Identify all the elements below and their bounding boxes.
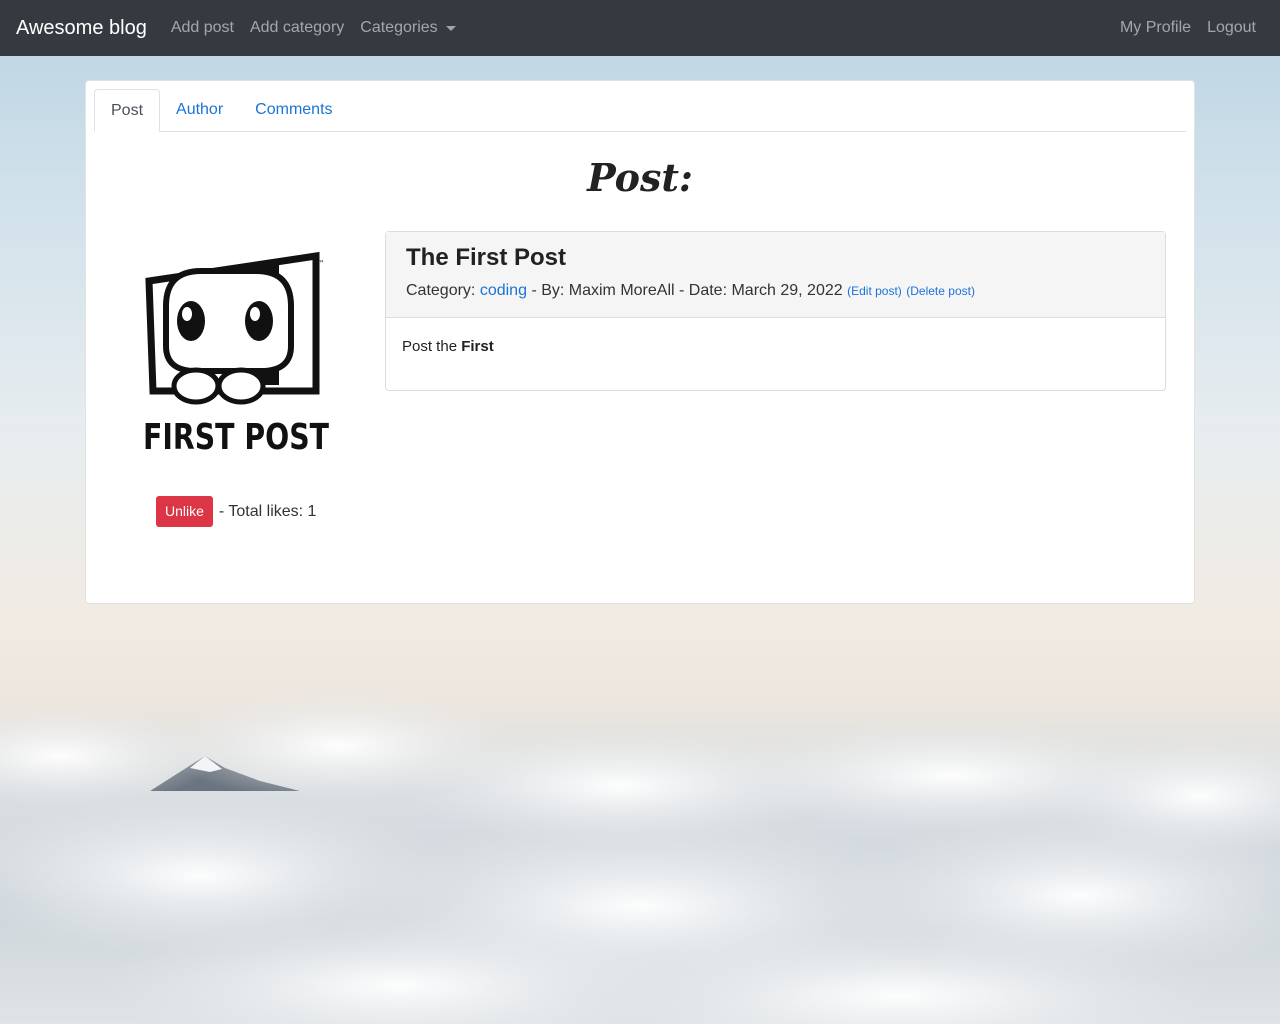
category-link[interactable]: coding [480, 282, 527, 299]
post-title: The First Post [406, 244, 567, 271]
delete-post-link[interactable]: (Delete post) [906, 284, 975, 298]
like-row: Unlike - Total likes: 1 [156, 496, 316, 527]
nav-categories-dropdown[interactable]: Categories [352, 11, 463, 45]
post-body-text: Post the [402, 338, 458, 355]
edit-post-link[interactable]: (Edit post) [847, 284, 902, 298]
nav-my-profile[interactable]: My Profile [1112, 11, 1199, 45]
post-meta: Category: coding - By: Maxim MoreAll - D… [406, 282, 1145, 300]
tab-author[interactable]: Author [160, 89, 239, 131]
first-post-mascot-icon: ™ FIRST POST [143, 251, 329, 458]
main-card: Post Author Comments Post: ™ FIRST POST … [85, 80, 1195, 604]
chevron-down-icon [445, 25, 456, 31]
nav-categories-label: Categories [360, 19, 438, 36]
category-label: Category: [406, 282, 476, 299]
nav-add-post[interactable]: Add post [163, 11, 242, 45]
tab-bar: Post Author Comments [94, 89, 1186, 132]
unlike-button[interactable]: Unlike [156, 496, 213, 527]
logo-text: FIRST POST [143, 417, 329, 456]
tab-comments[interactable]: Comments [239, 89, 348, 131]
post-body-bold: First [461, 338, 494, 355]
total-likes: - Total likes: 1 [218, 502, 317, 520]
post-header: The First Post Category: coding - By: Ma… [386, 232, 1165, 318]
author-date: - By: Maxim MoreAll - Date: March 29, 20… [531, 282, 843, 299]
post-body: Post the First [386, 318, 1165, 375]
post-card: The First Post Category: coding - By: Ma… [385, 231, 1166, 391]
nav-add-category[interactable]: Add category [242, 11, 352, 45]
first-post-logo: ™ FIRST POST [141, 251, 331, 458]
nav-logout[interactable]: Logout [1199, 11, 1264, 45]
top-navbar: Awesome blog Add post Add category Categ… [0, 0, 1280, 56]
brand-link[interactable]: Awesome blog [16, 17, 147, 40]
page-title: Post: [587, 155, 693, 200]
logo-tm: ™ [317, 259, 325, 268]
tab-post[interactable]: Post [94, 89, 161, 132]
